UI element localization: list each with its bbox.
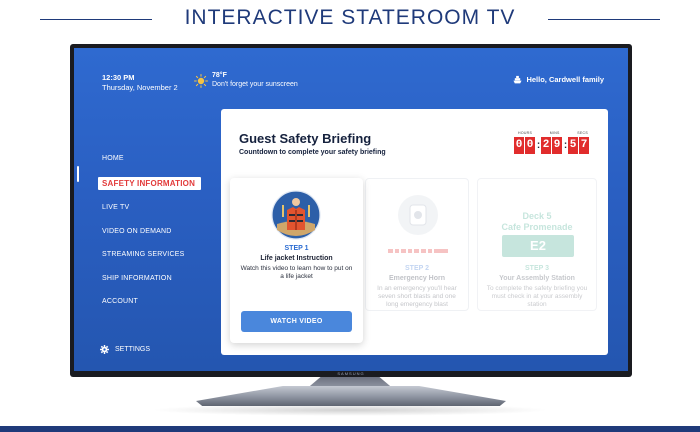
clock: 12:30 PM Thursday, November 2 — [102, 73, 178, 92]
assembly-station-badge: E2 — [502, 235, 574, 257]
clock-date: Thursday, November 2 — [102, 83, 178, 92]
step-card-life-jacket[interactable]: STEP 1 Life jacket Instruction Watch thi… — [230, 178, 363, 343]
countdown-hours-digit: 0 — [514, 137, 524, 154]
step-description: In an emergency you'll hear seven short … — [377, 285, 457, 308]
heading-rule-right — [548, 19, 660, 20]
nav-item-live-tv[interactable]: LIVE TV — [98, 202, 201, 213]
step-label: STEP 2 — [405, 265, 429, 272]
tv-screen: 12:30 PM Thursday, November 2 78°F Don't… — [74, 48, 628, 371]
nav-item-streaming-services[interactable]: STREAMING SERVICES — [98, 249, 201, 260]
step-description: To complete the safety briefing you must… — [486, 285, 588, 308]
nav-item-account[interactable]: ACCOUNT — [98, 296, 201, 307]
countdown-hours-digit: 0 — [525, 137, 535, 154]
countdown-timer: HOURS MINS SECS 0 0 : 2 9 : 5 7 — [514, 131, 592, 154]
countdown-label-secs: SECS — [577, 131, 588, 135]
greeting-text: Hello, Cardwell family — [526, 75, 604, 84]
step-title: Your Assembly Station — [499, 275, 575, 282]
nav-item-home[interactable]: HOME — [98, 153, 201, 164]
horn-icon — [398, 195, 438, 235]
briefing-title: Guest Safety Briefing — [239, 131, 372, 146]
weather-note: Don't forget your sunscreen — [212, 81, 298, 88]
nav-focus-marker — [77, 166, 79, 182]
heading-rule-left — [40, 19, 152, 20]
countdown-label-hours: HOURS — [518, 131, 533, 135]
step-title: Life jacket Instruction — [260, 255, 333, 262]
tv-brand-label: SAMSUNG — [337, 371, 365, 376]
assembly-deck: Deck 5 — [522, 211, 552, 221]
weather-temperature: 78°F — [212, 72, 227, 79]
step-card-assembly-station[interactable]: Deck 5 Cafe Promenade E2 STEP 3 Your Ass… — [477, 178, 597, 311]
settings-button[interactable]: SETTINGS — [100, 345, 150, 354]
watch-video-button[interactable]: WATCH VIDEO — [241, 311, 352, 332]
step-card-emergency-horn[interactable]: STEP 2 Emergency Horn In an emergency yo… — [365, 178, 469, 311]
countdown-mins-digit: 2 — [541, 137, 551, 154]
briefing-subtitle: Countdown to complete your safety briefi… — [239, 149, 386, 156]
nav-item-ship-information[interactable]: SHIP INFORMATION — [98, 273, 201, 284]
bottom-bar — [0, 426, 700, 432]
nav-item-video-on-demand[interactable]: VIDEO ON DEMAND — [98, 226, 201, 237]
ship-icon — [513, 75, 523, 84]
step-label: STEP 1 — [284, 245, 309, 252]
tv-frame: SAMSUNG 12:30 PM Thursday, November 2 78… — [70, 44, 632, 377]
assembly-place: Cafe Promenade — [501, 222, 573, 232]
page-heading: INTERACTIVE STATEROOM TV — [0, 6, 700, 32]
countdown-label-mins: MINS — [549, 131, 560, 135]
settings-label: SETTINGS — [115, 346, 151, 353]
station-code: E2 — [530, 238, 546, 253]
gear-icon — [100, 345, 109, 354]
tv-stand-base — [196, 386, 506, 406]
safety-briefing-card: Guest Safety Briefing Countdown to compl… — [221, 109, 608, 355]
step-title: Emergency Horn — [388, 275, 446, 282]
countdown-mins-digit: 9 — [552, 137, 562, 154]
sun-icon — [194, 74, 208, 88]
countdown-digits: 0 0 : 2 9 : 5 7 — [514, 137, 592, 154]
horn-blast-indicator — [388, 249, 448, 253]
countdown-labels: HOURS MINS SECS — [514, 131, 592, 135]
nav-item-safety-information[interactable]: SAFETY INFORMATION — [98, 176, 201, 190]
clock-time: 12:30 PM — [102, 73, 135, 82]
step-label: STEP 3 — [525, 265, 549, 272]
user-greeting[interactable]: Hello, Cardwell family — [513, 75, 604, 84]
page: INTERACTIVE STATEROOM TV SAMSUNG 12:30 P… — [0, 0, 700, 432]
step-description: Watch this video to learn how to put on … — [240, 265, 353, 280]
countdown-secs-digit: 5 — [568, 137, 578, 154]
page-title: INTERACTIVE STATEROOM TV — [184, 6, 516, 29]
main-nav: HOME SAFETY INFORMATION LIVE TV VIDEO ON… — [98, 153, 201, 320]
life-jacket-icon — [271, 190, 321, 240]
countdown-secs-digit: 7 — [579, 137, 589, 154]
